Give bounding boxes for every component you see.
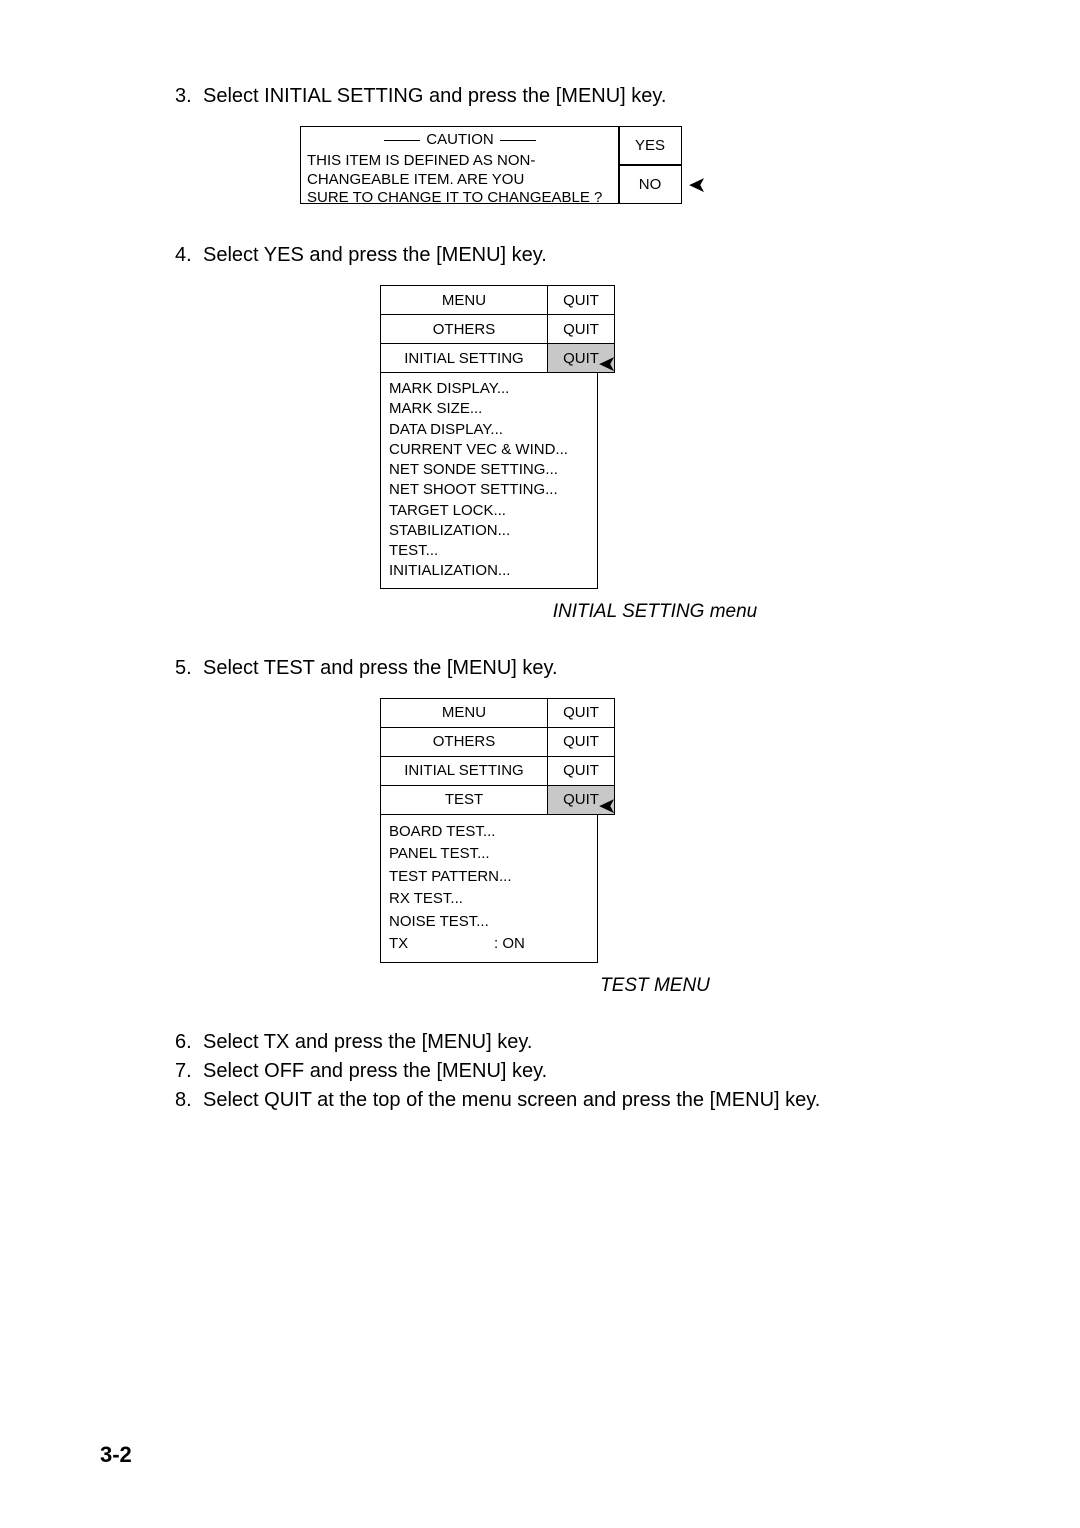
quit-button[interactable]: QUIT — [548, 727, 615, 756]
step-4-text: Select YES and press the [MENU] key. — [203, 244, 547, 266]
menu-caption: INITIAL SETTING menu — [230, 601, 1080, 623]
menu-caption: TEST MENU — [230, 975, 1080, 997]
menu-item[interactable]: DATA DISPLAY... — [389, 420, 589, 440]
step-3: 3.Select INITIAL SETTING and press the [… — [175, 85, 1080, 108]
menu-item[interactable]: BOARD TEST... — [389, 821, 589, 844]
step-6: 6.Select TX and press the [MENU] key. — [175, 1031, 1080, 1054]
menu-item[interactable]: TEST PATTERN... — [389, 866, 589, 889]
tx-menu-item[interactable]: TX: ON — [389, 933, 589, 956]
no-button[interactable]: NO — [618, 165, 682, 204]
menu-item[interactable]: RX TEST... — [389, 888, 589, 911]
test-menu: MENU QUIT OTHERS QUIT INITIAL SETTING QU… — [380, 698, 1080, 963]
menu-item[interactable]: INITIALIZATION... — [389, 561, 589, 581]
step-8-text: Select QUIT at the top of the menu scree… — [203, 1089, 820, 1111]
menu-items: BOARD TEST... PANEL TEST... TEST PATTERN… — [380, 815, 598, 963]
caution-message: CAUTION THIS ITEM IS DEFINED AS NON- CHA… — [300, 126, 620, 204]
step-7-text: Select OFF and press the [MENU] key. — [203, 1060, 547, 1082]
menu-item[interactable]: TARGET LOCK... — [389, 501, 589, 521]
quit-button[interactable]: QUIT — [548, 286, 615, 315]
menu-header: MENU — [381, 286, 548, 315]
others-header: OTHERS — [381, 727, 548, 756]
menu-header: MENU — [381, 698, 548, 727]
initial-setting-header: INITIAL SETTING — [381, 344, 548, 373]
initial-setting-header: INITIAL SETTING — [381, 756, 548, 785]
menu-item[interactable]: NET SHOOT SETTING... — [389, 480, 589, 500]
quit-button[interactable]: QUIT — [548, 315, 615, 344]
others-header: OTHERS — [381, 315, 548, 344]
caution-title: CAUTION — [307, 131, 613, 150]
menu-items: MARK DISPLAY... MARK SIZE... DATA DISPLA… — [380, 373, 598, 589]
cursor-arrow-icon: ➤ — [598, 351, 616, 377]
step-3-text: Select INITIAL SETTING and press the [ME… — [203, 85, 666, 107]
test-header: TEST — [381, 785, 548, 814]
step-7: 7.Select OFF and press the [MENU] key. — [175, 1060, 1080, 1083]
menu-item[interactable]: CURRENT VEC & WIND... — [389, 440, 589, 460]
step-4: 4.Select YES and press the [MENU] key. — [175, 244, 1080, 267]
menu-item[interactable]: MARK DISPLAY... — [389, 379, 589, 399]
step-5-text: Select TEST and press the [MENU] key. — [203, 657, 558, 679]
menu-item[interactable]: TEST... — [389, 541, 589, 561]
cursor-arrow-icon: ➤ — [598, 793, 616, 819]
cursor-arrow-icon: ➤ — [688, 172, 706, 198]
step-6-text: Select TX and press the [MENU] key. — [203, 1031, 532, 1053]
page-number: 3-2 — [100, 1442, 132, 1468]
menu-item[interactable]: NOISE TEST... — [389, 911, 589, 934]
step-5: 5.Select TEST and press the [MENU] key. — [175, 657, 1080, 680]
initial-setting-menu: MENU QUIT OTHERS QUIT INITIAL SETTING QU… — [380, 285, 1080, 589]
menu-item[interactable]: STABILIZATION... — [389, 521, 589, 541]
yes-button[interactable]: YES — [618, 126, 682, 165]
menu-item[interactable]: PANEL TEST... — [389, 843, 589, 866]
menu-item[interactable]: MARK SIZE... — [389, 399, 589, 419]
step-8: 8.Select QUIT at the top of the menu scr… — [175, 1089, 1080, 1112]
quit-button[interactable]: QUIT — [548, 756, 615, 785]
menu-item[interactable]: NET SONDE SETTING... — [389, 460, 589, 480]
quit-button[interactable]: QUIT — [548, 698, 615, 727]
caution-dialog: CAUTION THIS ITEM IS DEFINED AS NON- CHA… — [300, 126, 1080, 204]
